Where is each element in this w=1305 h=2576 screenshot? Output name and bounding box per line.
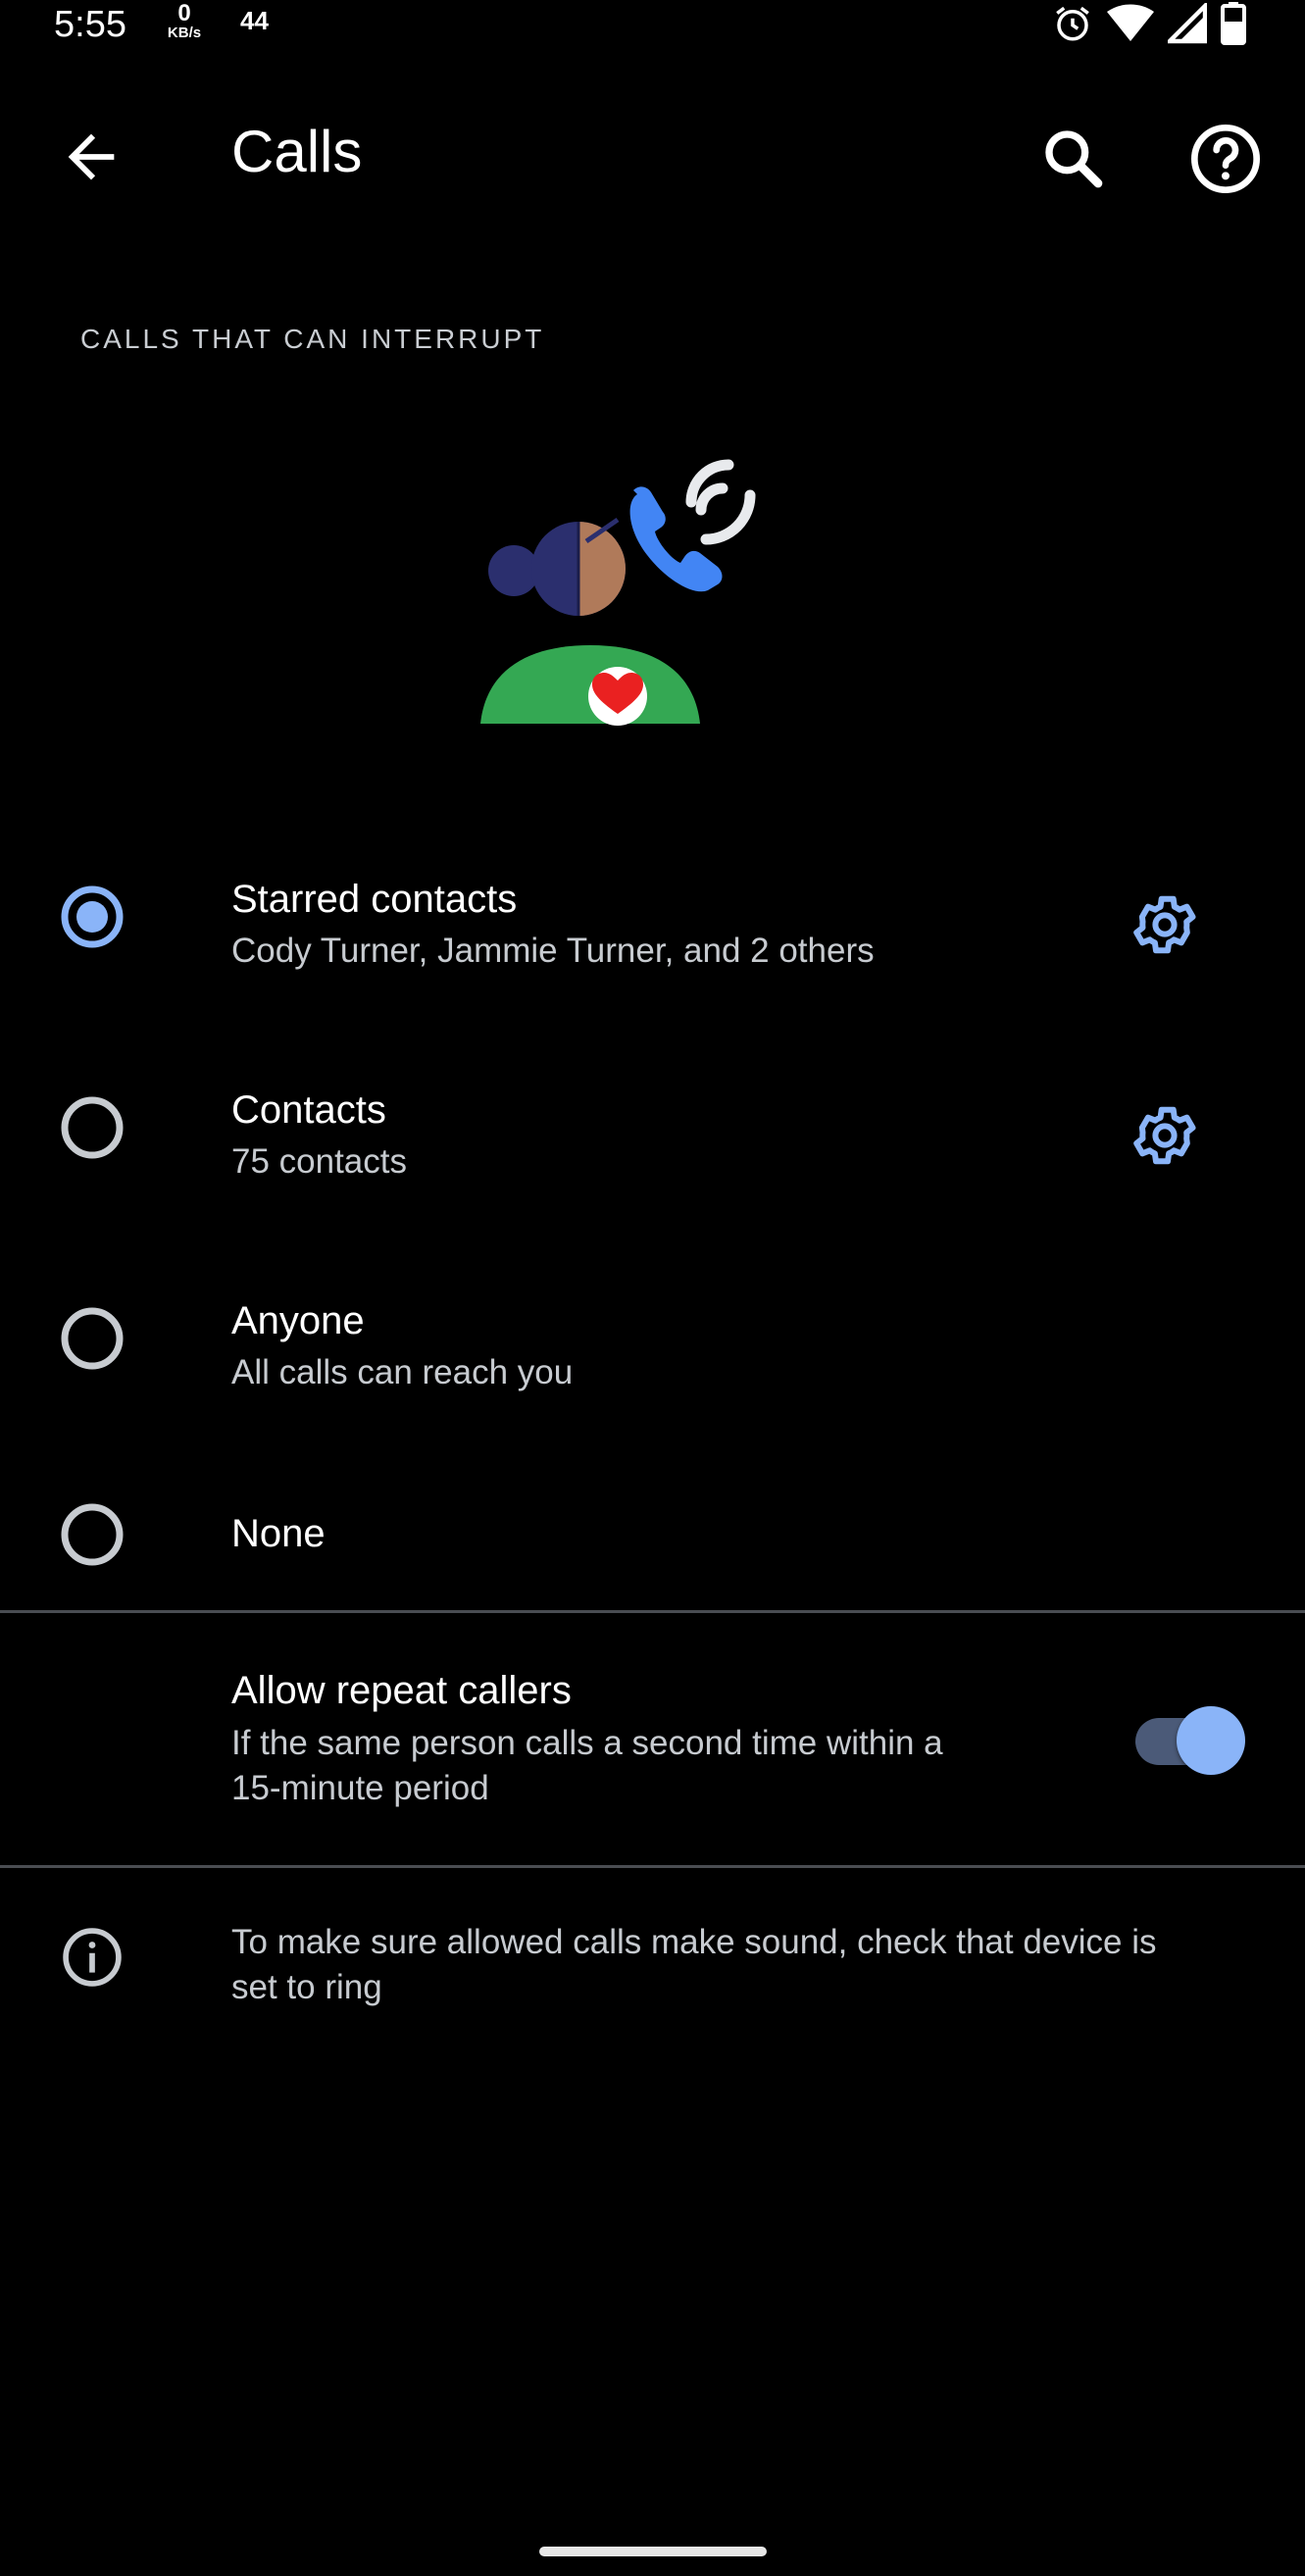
repeat-callers-row[interactable]: Allow repeat callers If the same person … — [0, 1616, 1305, 1861]
info-text-line2: set to ring — [231, 1968, 382, 2006]
option-title: Starred contacts — [231, 878, 518, 921]
status-extra: 44 — [240, 6, 269, 35]
search-button[interactable] — [1034, 120, 1113, 198]
repeat-callers-subtitle-line2: 15-minute period — [231, 1769, 489, 1807]
radio-unselected-icon[interactable] — [61, 1503, 124, 1566]
gear-icon[interactable] — [1129, 889, 1200, 960]
option-title: Contacts — [231, 1088, 386, 1132]
option-starred-contacts[interactable]: Starred contacts Cody Turner, Jammie Tur… — [0, 853, 1305, 1000]
toggle-thumb[interactable] — [1177, 1706, 1245, 1775]
signal-icon — [1168, 3, 1207, 44]
radio-unselected-icon[interactable] — [61, 1307, 124, 1370]
info-text-line1: To make sure allowed calls make sound, c… — [231, 1923, 1157, 1961]
status-icons — [1052, 0, 1246, 47]
search-icon — [1045, 130, 1103, 188]
home-indicator[interactable] — [539, 2547, 767, 2556]
gear-icon[interactable] — [1129, 1100, 1200, 1171]
radio-unselected-icon[interactable] — [61, 1096, 124, 1159]
divider — [0, 1865, 1305, 1868]
help-button[interactable] — [1186, 120, 1265, 198]
info-text: To make sure allowed calls make sound, c… — [231, 1920, 1261, 2010]
page-title: Calls — [231, 119, 363, 184]
calls-illustration — [480, 459, 756, 726]
status-time: 5:55 — [54, 4, 126, 45]
option-title: None — [231, 1512, 326, 1555]
wifi-icon — [1107, 4, 1154, 41]
option-contacts[interactable]: Contacts 75 contacts — [0, 1064, 1305, 1211]
arrow-back-icon — [68, 133, 115, 180]
help-icon — [1191, 125, 1260, 193]
network-speed: 0 KB/s — [165, 0, 204, 41]
info-icon — [63, 1928, 122, 1987]
repeat-callers-subtitle-line1: If the same person calls a second time w… — [231, 1724, 943, 1762]
option-subtitle: 75 contacts — [231, 1142, 407, 1181]
option-subtitle: All calls can reach you — [231, 1353, 574, 1391]
option-none[interactable]: None — [0, 1481, 1305, 1589]
alarm-icon — [1056, 6, 1089, 41]
divider — [0, 1610, 1305, 1613]
network-speed-unit: KB/s — [167, 25, 202, 41]
radio-selected-icon[interactable] — [61, 885, 124, 948]
repeat-callers-title: Allow repeat callers — [231, 1669, 572, 1712]
back-button[interactable] — [57, 123, 125, 191]
option-anyone[interactable]: Anyone All calls can reach you — [0, 1275, 1305, 1422]
network-speed-value: 0 — [177, 0, 191, 26]
option-subtitle: Cody Turner, Jammie Turner, and 2 others — [231, 932, 875, 970]
battery-icon — [1221, 2, 1246, 45]
option-title: Anyone — [231, 1299, 365, 1342]
section-header: CALLS THAT CAN INTERRUPT — [80, 324, 545, 354]
